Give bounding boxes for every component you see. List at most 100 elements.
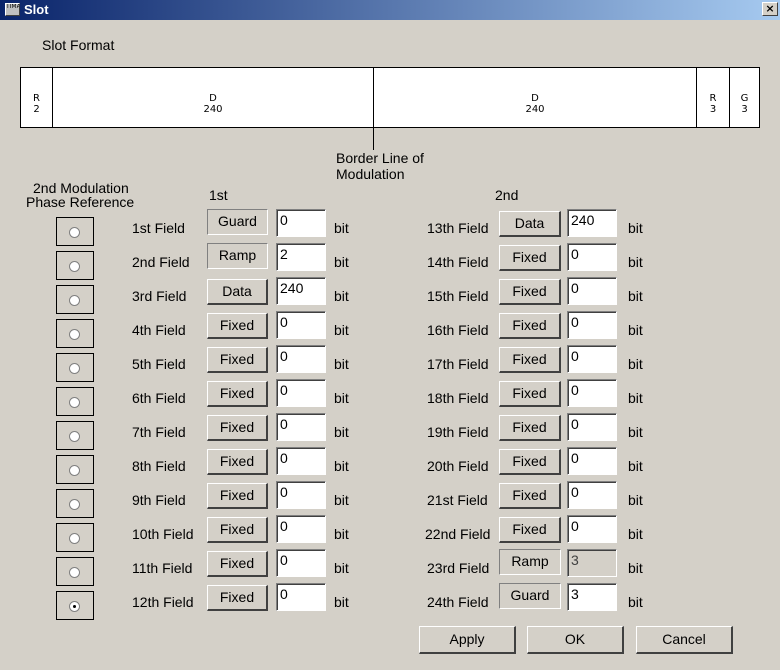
segment-name: D	[531, 93, 539, 104]
field-type-button[interactable]: Fixed	[207, 517, 268, 543]
phase-reference-radio[interactable]	[69, 431, 80, 442]
field-bit-input[interactable]: 0	[276, 549, 326, 577]
field-type-button[interactable]: Fixed	[499, 483, 561, 509]
phase-reference-radio[interactable]	[69, 397, 80, 408]
field-label: 10th Field	[132, 526, 194, 542]
field-bit-input[interactable]: 0	[567, 345, 617, 373]
slot-format-diagram: R 2 D 240 D 240 R 3 G 3	[20, 67, 760, 128]
field-type-button[interactable]: Fixed	[207, 551, 268, 577]
slot-segment: D 240	[53, 68, 374, 127]
field-bit-input[interactable]: 0	[567, 447, 617, 475]
field-bit-input[interactable]: 0	[276, 447, 326, 475]
field-bit-input[interactable]: 0	[567, 243, 617, 271]
phase-reference-radio[interactable]	[69, 567, 80, 578]
field-label: 6th Field	[132, 390, 186, 406]
field-bit-input[interactable]: 0	[567, 481, 617, 509]
phase-reference-cell	[56, 523, 94, 552]
phase-reference-radio[interactable]	[69, 363, 80, 374]
field-label: 18th Field	[427, 390, 489, 406]
field-bit-input[interactable]: 0	[276, 311, 326, 339]
field-label: 1st Field	[132, 220, 185, 236]
field-label: 12th Field	[132, 594, 194, 610]
field-type-button[interactable]: Fixed	[499, 347, 561, 373]
field-bit-input[interactable]: 0	[567, 515, 617, 543]
window-title: Slot	[24, 2, 49, 17]
field-bit-input[interactable]: 0	[567, 311, 617, 339]
slot-segment: R 3	[697, 68, 730, 127]
field-label: 23rd Field	[427, 560, 490, 576]
field-type-button: Ramp	[499, 549, 561, 575]
phase-reference-cell	[56, 421, 94, 450]
field-bit-input[interactable]: 240	[567, 209, 617, 237]
field-type-button[interactable]: Fixed	[207, 347, 268, 373]
field-type-button[interactable]: Fixed	[207, 415, 268, 441]
phase-reference-radio[interactable]	[69, 227, 80, 238]
field-type-button[interactable]: Fixed	[207, 449, 268, 475]
bit-unit-label: bit	[334, 254, 349, 270]
close-button[interactable]: ×	[762, 2, 778, 16]
second-section-header: 2nd	[495, 187, 519, 203]
field-bit-input[interactable]: 0	[276, 379, 326, 407]
bit-unit-label: bit	[628, 390, 643, 406]
field-type-button[interactable]: Data	[207, 279, 268, 305]
phase-reference-radio[interactable]	[69, 533, 80, 544]
field-type-button[interactable]: Fixed	[499, 245, 561, 271]
bit-unit-label: bit	[334, 288, 349, 304]
field-bit-input[interactable]: 0	[276, 413, 326, 441]
field-type-button[interactable]: Fixed	[499, 381, 561, 407]
field-bit-input[interactable]: 0	[276, 481, 326, 509]
segment-name: R	[33, 93, 40, 104]
bit-unit-label: bit	[628, 492, 643, 508]
phase-reference-radio[interactable]	[69, 295, 80, 306]
title-bar: TIMA Slot ×	[0, 0, 780, 20]
bit-unit-label: bit	[628, 356, 643, 372]
phase-reference-radio[interactable]	[69, 499, 80, 510]
field-type-button[interactable]: Fixed	[207, 313, 268, 339]
field-bit-input[interactable]: 0	[567, 379, 617, 407]
field-bit-input[interactable]: 0	[276, 209, 326, 237]
field-type-button: Guard	[499, 583, 561, 609]
field-type-button[interactable]: Fixed	[207, 381, 268, 407]
field-label: 11th Field	[132, 560, 193, 576]
field-bit-input[interactable]: 0	[276, 515, 326, 543]
field-type-button[interactable]: Fixed	[499, 415, 561, 441]
phase-reference-label: Phase Reference	[26, 194, 135, 210]
bit-unit-label: bit	[628, 526, 643, 542]
field-type-button[interactable]: Fixed	[499, 517, 561, 543]
field-bit-input[interactable]: 0	[567, 413, 617, 441]
field-type-button[interactable]: Fixed	[207, 483, 268, 509]
field-label: 19th Field	[427, 424, 489, 440]
field-type-button[interactable]: Data	[499, 211, 561, 237]
field-type-button[interactable]: Fixed	[499, 279, 561, 305]
field-bit-input[interactable]: 0	[276, 583, 326, 611]
field-label: 4th Field	[132, 322, 186, 338]
field-bit-input[interactable]: 3	[567, 583, 617, 611]
segment-value: 3	[741, 104, 748, 115]
ok-button[interactable]: OK	[527, 626, 624, 654]
field-bit-input[interactable]: 2	[276, 243, 326, 271]
phase-reference-radio[interactable]	[69, 329, 80, 340]
phase-reference-cell	[56, 591, 94, 620]
phase-reference-radio[interactable]	[69, 465, 80, 476]
field-bit-input[interactable]: 240	[276, 277, 326, 305]
bit-unit-label: bit	[628, 560, 643, 576]
cancel-button[interactable]: Cancel	[636, 626, 733, 654]
border-line-label: Modulation	[336, 166, 405, 182]
field-bit-input[interactable]: 0	[276, 345, 326, 373]
field-label: 15th Field	[427, 288, 489, 304]
apply-button[interactable]: Apply	[419, 626, 516, 654]
segment-value: 3	[709, 104, 717, 115]
bit-unit-label: bit	[628, 594, 643, 610]
phase-reference-cell	[56, 217, 94, 246]
phase-reference-radio[interactable]	[69, 601, 80, 612]
field-type-button[interactable]: Fixed	[207, 585, 268, 611]
field-label: 22nd Field	[425, 526, 491, 542]
field-bit-input[interactable]: 0	[567, 277, 617, 305]
bit-unit-label: bit	[334, 322, 349, 338]
phase-reference-radio[interactable]	[69, 261, 80, 272]
phase-reference-cell	[56, 489, 94, 518]
field-type-button[interactable]: Fixed	[499, 449, 561, 475]
segment-value: 2	[33, 104, 40, 115]
field-type-button[interactable]: Fixed	[499, 313, 561, 339]
slot-segment: R 2	[21, 68, 53, 127]
